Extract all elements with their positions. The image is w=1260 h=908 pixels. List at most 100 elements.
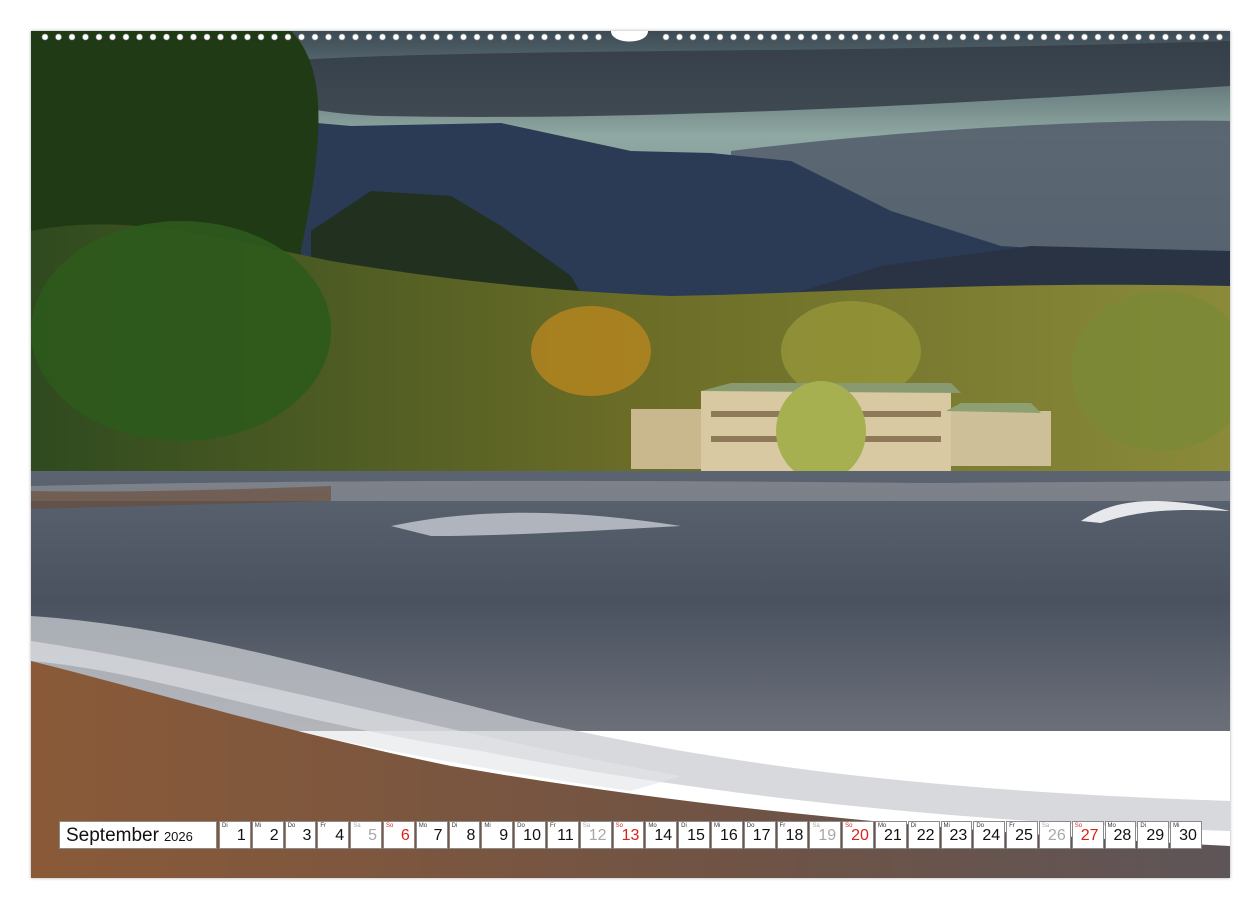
binding-hole	[973, 33, 980, 41]
binding-hole	[1202, 33, 1210, 41]
day-cell: So 6	[382, 821, 415, 849]
day-cell: Mo 14	[645, 821, 678, 849]
binding-hole	[824, 33, 832, 41]
binding-hole	[352, 33, 359, 41]
day-number: 21	[883, 827, 902, 844]
binding-hole	[1121, 33, 1129, 41]
day-cell: Sa 12	[579, 821, 612, 849]
day-cell: Mi 16	[710, 821, 743, 849]
day-number: 30	[1179, 827, 1197, 844]
day-number: 27	[1080, 827, 1099, 844]
binding-hole	[136, 33, 143, 41]
calendar-strip: September 2026 Di 1 Mi 2 Do 3 Fr 4 Sa 5 So 6 Mo 7 Di 8 M…	[59, 821, 1202, 849]
day-number: 17	[752, 827, 771, 844]
day-number: 3	[302, 827, 312, 844]
day-number: 14	[654, 827, 673, 844]
day-number: 28	[1113, 827, 1132, 844]
day-number: 15	[687, 827, 705, 844]
binding-hole	[325, 33, 332, 41]
binding-hole	[1040, 33, 1048, 41]
day-number: 13	[621, 827, 640, 844]
binding-hole	[271, 33, 278, 41]
day-number: 6	[400, 827, 410, 844]
weekday-abbrev: Di	[681, 823, 687, 829]
binding-hole	[433, 33, 440, 41]
binding-hole	[676, 33, 683, 41]
binding-hole	[55, 33, 62, 41]
weekday-abbrev: Di	[1140, 823, 1146, 829]
day-cell: Fr 4	[317, 821, 350, 849]
weekday-abbrev: Sa	[353, 823, 361, 829]
day-cell: Di 15	[678, 821, 710, 849]
binding-hole	[284, 33, 292, 41]
day-cell: Do 24	[973, 821, 1006, 849]
binding-hole	[1162, 33, 1169, 41]
day-number: 2	[269, 827, 279, 844]
day-cell: Do 10	[514, 821, 546, 849]
binding-hole	[595, 33, 602, 41]
weekday-abbrev: Di	[910, 823, 917, 829]
day-number: 26	[1047, 827, 1066, 844]
day-number: 29	[1146, 827, 1165, 844]
binding-hole	[203, 33, 211, 41]
binding-hole	[190, 33, 197, 41]
binding-hole	[338, 33, 346, 41]
weekday-abbrev: Do	[287, 823, 296, 829]
weekday-abbrev: Mi	[254, 823, 262, 829]
day-cell: Mi 2	[251, 821, 284, 849]
binding-hole	[689, 33, 697, 41]
day-cells: Di 1 Mi 2 Do 3 Fr 4 Sa 5 So 6 Mo 7 Di 8 Mi 9 Do 10 Fr 11 Sa 12 S…	[218, 821, 1202, 849]
day-cell: Fr 11	[546, 821, 579, 849]
binding-hole	[959, 33, 967, 41]
binding-hole	[392, 33, 400, 41]
binding-hole	[527, 33, 535, 41]
binding-hole	[446, 33, 454, 41]
binding-hole	[784, 33, 791, 41]
weekday-abbrev: Mi	[484, 823, 491, 829]
day-cell: Sa 26	[1038, 821, 1071, 849]
binding-hole	[716, 33, 724, 41]
day-cell: Mo 21	[874, 821, 907, 849]
binding-hole	[770, 33, 778, 41]
binding-hole	[946, 33, 953, 41]
day-cell: Do 17	[743, 821, 776, 849]
month-label: September 2026	[59, 821, 217, 849]
binding-hole	[514, 33, 521, 41]
calendar-page	[31, 31, 1230, 878]
month-year: 2026	[163, 829, 193, 844]
binding-hole	[554, 33, 562, 41]
binding-hole	[406, 33, 413, 41]
binding-hole	[1054, 33, 1061, 41]
binding-hole	[892, 33, 899, 41]
binding-hole	[460, 33, 467, 41]
binding-hole	[797, 33, 805, 41]
binding-hole	[257, 33, 265, 41]
day-cell: Mi 30	[1170, 821, 1202, 849]
binding-hole	[176, 33, 184, 41]
day-cell: Fr 18	[776, 821, 809, 849]
day-number: 23	[949, 827, 968, 844]
day-number: 20	[851, 827, 869, 844]
day-cell: So 20	[842, 821, 874, 849]
binding-hole	[68, 33, 76, 41]
binding-hole	[217, 33, 224, 41]
day-number: 16	[719, 827, 738, 844]
binding-hole	[1175, 33, 1183, 41]
beach-landscape-photo	[31, 31, 1230, 878]
binding-hole	[919, 33, 926, 41]
binding-hole	[122, 33, 130, 41]
binding-hole	[878, 33, 886, 41]
binding-hole	[703, 33, 710, 41]
binding-hole	[95, 33, 103, 41]
binding-hole	[163, 33, 170, 41]
binding-hole	[851, 33, 859, 41]
binding-hole	[865, 33, 872, 41]
weekday-abbrev: Mo	[418, 823, 428, 829]
weekday-abbrev: Di	[451, 823, 458, 829]
day-number: 9	[499, 827, 509, 844]
binding-hole	[1094, 33, 1102, 41]
day-cell: Mi 9	[481, 821, 514, 849]
day-number: 10	[523, 827, 541, 844]
binding-hole	[365, 33, 373, 41]
binding-hole	[1013, 33, 1021, 41]
